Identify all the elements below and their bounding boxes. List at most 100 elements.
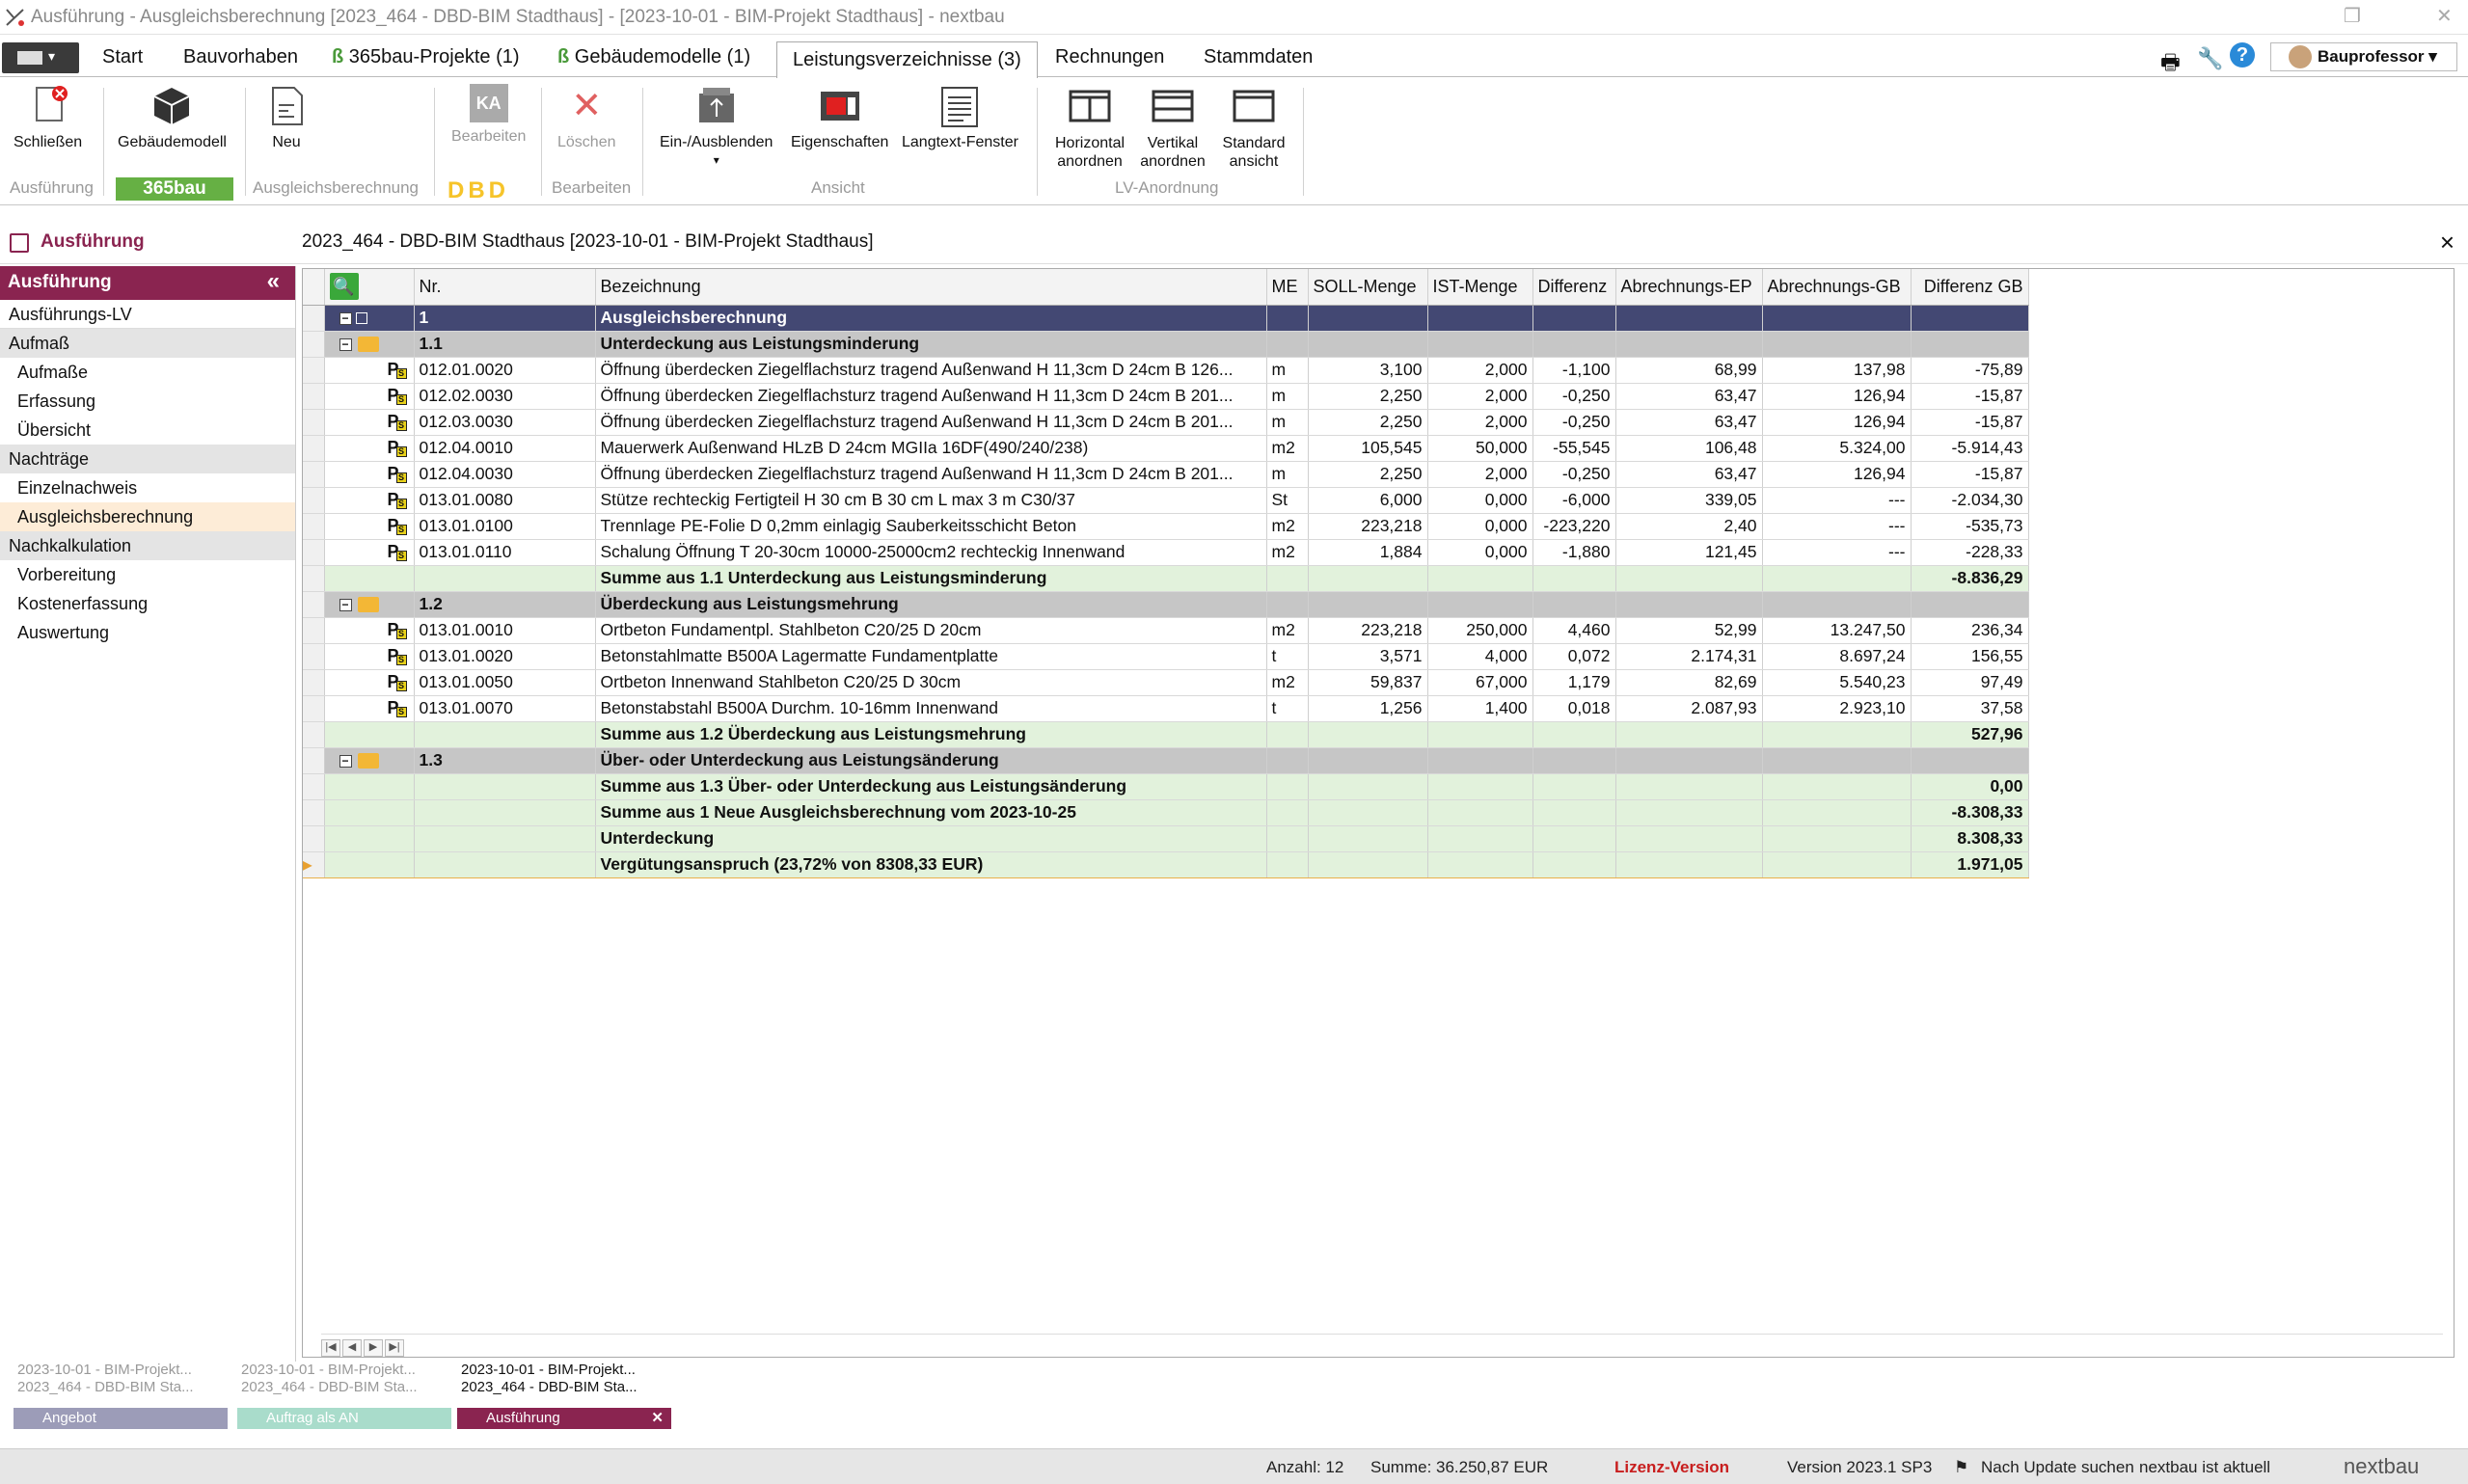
row-icon-cell[interactable]: PS↗	[324, 617, 415, 644]
cell-nr[interactable]: 012.04.0010	[414, 435, 596, 462]
cell-gb[interactable]: 13.247,50	[1762, 617, 1912, 644]
next-record-icon[interactable]: ▶	[364, 1339, 383, 1357]
row-icon-cell[interactable]: PS↗	[324, 643, 415, 670]
cell-soll[interactable]	[1308, 591, 1428, 618]
cell-dgb[interactable]: -8.308,33	[1911, 799, 2029, 826]
cell-text[interactable]: Öffnung überdecken Ziegelflachsturz trag…	[595, 461, 1267, 488]
cell-me[interactable]: m	[1266, 409, 1309, 436]
cell-gb[interactable]	[1762, 799, 1912, 826]
table-row[interactable]: PS↗013.01.0070Betonstabstahl B500A Durch…	[303, 695, 2029, 722]
cell-soll[interactable]: 223,218	[1308, 617, 1428, 644]
cell-gb[interactable]: 2.923,10	[1762, 695, 1912, 722]
cell-diff[interactable]: -0,250	[1532, 461, 1616, 488]
tab-365bau-projekte[interactable]: ß 365bau-Projekte (1)	[332, 46, 520, 68]
row-icon-cell[interactable]: PS↘	[324, 435, 415, 462]
cell-ep[interactable]	[1615, 305, 1763, 332]
close-window-icon[interactable]: ✕	[2436, 4, 2453, 28]
cell-diff[interactable]	[1532, 773, 1616, 800]
table-row[interactable]: Unterdeckung 8.308,33	[303, 825, 2029, 852]
cell-soll[interactable]: 3,571	[1308, 643, 1428, 670]
cell-text[interactable]: Ortbeton Innenwand Stahlbeton C20/25 D 3…	[595, 669, 1267, 696]
cell-dgb[interactable]: 1.971,05	[1911, 850, 2029, 878]
check-update-link[interactable]: Nach Update suchen	[1981, 1458, 2134, 1477]
sidebar-header[interactable]: Ausführung «	[0, 266, 295, 300]
row-indicator[interactable]	[303, 643, 325, 670]
table-row[interactable]: Summe aus 1.3 Über- oder Unterdeckung au…	[303, 773, 2029, 800]
cell-me[interactable]	[1266, 721, 1309, 748]
cell-gb[interactable]: 5.324,00	[1762, 435, 1912, 462]
cell-diff[interactable]: 4,460	[1532, 617, 1616, 644]
cell-ist[interactable]	[1427, 799, 1533, 826]
cell-dgb[interactable]: 37,58	[1911, 695, 2029, 722]
cell-text[interactable]: Schalung Öffnung T 20-30cm 10000-25000cm…	[595, 539, 1267, 566]
document-tab[interactable]: 2023-10-01 - BIM-Projekt... 2023_464 - DB…	[4, 1362, 228, 1429]
search-icon[interactable]: 🔍	[329, 273, 359, 301]
cell-nr[interactable]: 013.01.0020	[414, 643, 596, 670]
first-record-icon[interactable]: |◀	[321, 1339, 340, 1357]
table-row[interactable]: PS↘012.04.0030Öffnung überdecken Ziegelf…	[303, 461, 2029, 488]
cell-soll[interactable]	[1308, 747, 1428, 774]
restore-icon[interactable]: ❐	[2344, 4, 2361, 28]
cell-diff[interactable]: 0,018	[1532, 695, 1616, 722]
cell-soll[interactable]: 105,545	[1308, 435, 1428, 462]
cell-dgb[interactable]	[1911, 591, 2029, 618]
cell-ep[interactable]: 106,48	[1615, 435, 1763, 462]
wrench-icon[interactable]: 🔧	[2197, 46, 2223, 71]
cell-dgb[interactable]	[1911, 747, 2029, 774]
sidebar-item-ausführungs-lv[interactable]: Ausführungs-LV	[0, 300, 295, 329]
cell-nr[interactable]: 012.01.0020	[414, 357, 596, 384]
cell-gb[interactable]	[1762, 747, 1912, 774]
cell-me[interactable]	[1266, 565, 1309, 592]
cell-text[interactable]: Stütze rechteckig Fertigteil H 30 cm B 3…	[595, 487, 1267, 514]
cell-ist[interactable]: 0,000	[1427, 513, 1533, 540]
sidebar-item-kostenerfassung[interactable]: Kostenerfassung	[0, 589, 295, 618]
row-indicator[interactable]	[303, 721, 325, 748]
cell-diff[interactable]	[1532, 565, 1616, 592]
cell-ist[interactable]: 250,000	[1427, 617, 1533, 644]
row-icon-cell[interactable]: PS⊖	[324, 539, 415, 566]
user-menu[interactable]: Bauprofessor ▾	[2270, 42, 2457, 71]
cell-me[interactable]	[1266, 331, 1309, 358]
help-icon[interactable]: ?	[2230, 42, 2255, 67]
cell-soll[interactable]	[1308, 799, 1428, 826]
toggle-button[interactable]: Ein-/Ausblenden ▾	[660, 84, 773, 169]
table-row[interactable]: − 1 Ausgleichsberechnung	[303, 305, 2029, 332]
sidebar-item-aufmaße[interactable]: Aufmaße	[0, 358, 295, 387]
cell-text[interactable]: Summe aus 1 Neue Ausgleichsberechnung vo…	[595, 799, 1267, 826]
cell-ist[interactable]: 1,400	[1427, 695, 1533, 722]
tab-leistungsverzeichnisse[interactable]: Leistungsverzeichnisse (3)	[776, 41, 1038, 78]
row-indicator[interactable]	[303, 331, 325, 358]
sidebar-item-übersicht[interactable]: Übersicht	[0, 416, 295, 445]
col-differenz-gb[interactable]: Differenz GB	[1911, 269, 2029, 306]
cell-gb[interactable]	[1762, 825, 1912, 852]
cell-diff[interactable]	[1532, 799, 1616, 826]
cell-nr[interactable]: 012.04.0030	[414, 461, 596, 488]
cell-soll[interactable]: 59,837	[1308, 669, 1428, 696]
cell-ep[interactable]	[1615, 747, 1763, 774]
cell-dgb[interactable]: 156,55	[1911, 643, 2029, 670]
table-row[interactable]: Summe aus 1 Neue Ausgleichsberechnung vo…	[303, 799, 2029, 826]
cell-nr[interactable]: 012.03.0030	[414, 409, 596, 436]
table-row[interactable]: PS↘012.04.0010Mauerwerk Außenwand HLzB D…	[303, 435, 2029, 462]
sidebar-item-erfassung[interactable]: Erfassung	[0, 387, 295, 416]
row-icon-cell[interactable]: −	[324, 747, 415, 774]
edit-button[interactable]: KA Bearbeiten	[451, 84, 526, 146]
cell-diff[interactable]: -1,100	[1532, 357, 1616, 384]
cell-text[interactable]: Summe aus 1.2 Überdeckung aus Leistungsm…	[595, 721, 1267, 748]
cell-text[interactable]: Überdeckung aus Leistungsmehrung	[595, 591, 1267, 618]
cell-diff[interactable]	[1532, 850, 1616, 878]
cell-gb[interactable]: 8.697,24	[1762, 643, 1912, 670]
cell-soll[interactable]: 3,100	[1308, 357, 1428, 384]
cell-dgb[interactable]: -2.034,30	[1911, 487, 2029, 514]
tab-start[interactable]: Start	[102, 46, 143, 68]
cell-ep[interactable]	[1615, 850, 1763, 878]
cell-ist[interactable]	[1427, 825, 1533, 852]
row-indicator[interactable]	[303, 825, 325, 852]
cell-gb[interactable]: ---	[1762, 487, 1912, 514]
cell-diff[interactable]: -55,545	[1532, 435, 1616, 462]
cell-diff[interactable]	[1532, 591, 1616, 618]
cell-dgb[interactable]: 527,96	[1911, 721, 2029, 748]
cell-dgb[interactable]: 8.308,33	[1911, 825, 2029, 852]
row-icon-cell[interactable]	[324, 773, 415, 800]
tab-bauvorhaben[interactable]: Bauvorhaben	[183, 46, 298, 68]
